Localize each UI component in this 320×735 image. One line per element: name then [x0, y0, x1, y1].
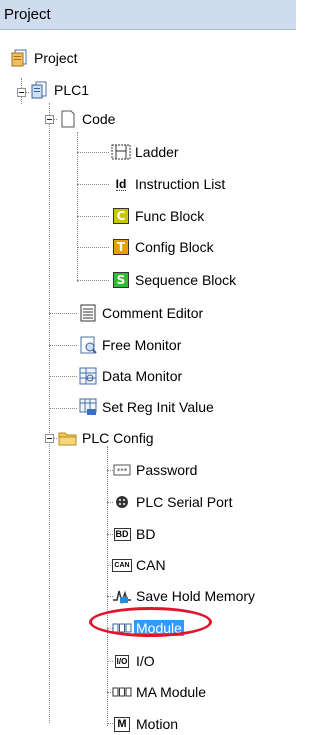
tree-line — [77, 216, 109, 217]
comment-editor-icon — [78, 303, 98, 323]
tree-item-label: Ladder — [135, 144, 179, 160]
collapse-toggle-code[interactable] — [45, 115, 54, 124]
set-reg-init-icon — [78, 397, 98, 417]
tree-item-label: PLC1 — [54, 82, 90, 98]
instruction-list-icon: Id — [115, 176, 127, 191]
tree-item-label: Func Block — [135, 208, 205, 224]
waveform-icon — [112, 586, 132, 606]
tree-item-label: Save Hold Memory — [136, 588, 256, 604]
tree-item-label: PLC Config — [82, 430, 154, 446]
tree-item-label: Motion — [136, 716, 179, 732]
can-icon: CAN — [112, 555, 132, 575]
plc-icon — [30, 80, 50, 100]
tree-line — [49, 313, 77, 314]
tree-line — [77, 132, 78, 282]
ladder-icon — [111, 142, 131, 162]
password-icon: *** — [112, 460, 132, 480]
project-icon — [10, 48, 30, 68]
tree-line — [49, 345, 77, 346]
tree-line — [77, 280, 109, 281]
tree-item-label: Project — [34, 50, 78, 66]
panel-title: Project — [4, 6, 51, 23]
tree-line — [77, 184, 109, 185]
tree-item-label: Instruction List — [135, 176, 226, 192]
ma-module-icon — [112, 682, 132, 702]
config-block-icon: T — [111, 237, 131, 257]
func-block-icon: C — [111, 206, 131, 226]
io-icon: I/O — [114, 654, 130, 668]
tree-item-label: Config Block — [135, 239, 214, 255]
tree-item-label: Code — [82, 111, 116, 127]
svg-text:***: *** — [117, 467, 128, 475]
motion-icon: M — [112, 714, 132, 734]
free-monitor-icon — [78, 335, 98, 355]
code-icon — [58, 109, 78, 129]
collapse-toggle-plc1[interactable] — [17, 88, 26, 97]
serial-port-icon — [112, 492, 132, 512]
tree-item-label: Comment Editor — [102, 305, 204, 321]
tree-line — [107, 446, 108, 726]
tree-item-label: MA Module — [136, 684, 207, 700]
data-monitor-icon — [78, 366, 98, 386]
tree-line — [49, 408, 77, 409]
tree-item-label: Password — [136, 462, 198, 478]
sequence-block-icon: S — [111, 270, 131, 290]
bd-icon: BD — [113, 527, 131, 541]
tree-item-label: Sequence Block — [135, 272, 237, 288]
tree-item-label: Free Monitor — [102, 337, 182, 353]
tree-item-label: Data Monitor — [102, 368, 183, 384]
tree-line — [77, 247, 109, 248]
tree-item-label: BD — [136, 526, 156, 542]
collapse-toggle-plc-config[interactable] — [45, 434, 54, 443]
tree-line — [49, 376, 77, 377]
tree-item-label: CAN — [136, 557, 166, 573]
tree-line — [49, 103, 50, 723]
tree-item-label: Set Reg Init Value — [102, 399, 214, 415]
tree-item-label: PLC Serial Port — [136, 494, 233, 510]
folder-icon — [58, 428, 78, 448]
tree-line — [77, 152, 109, 153]
highlight-annotation — [89, 607, 212, 637]
project-panel-header: Project — [0, 0, 296, 30]
tree-item-label: I/O — [136, 653, 155, 669]
